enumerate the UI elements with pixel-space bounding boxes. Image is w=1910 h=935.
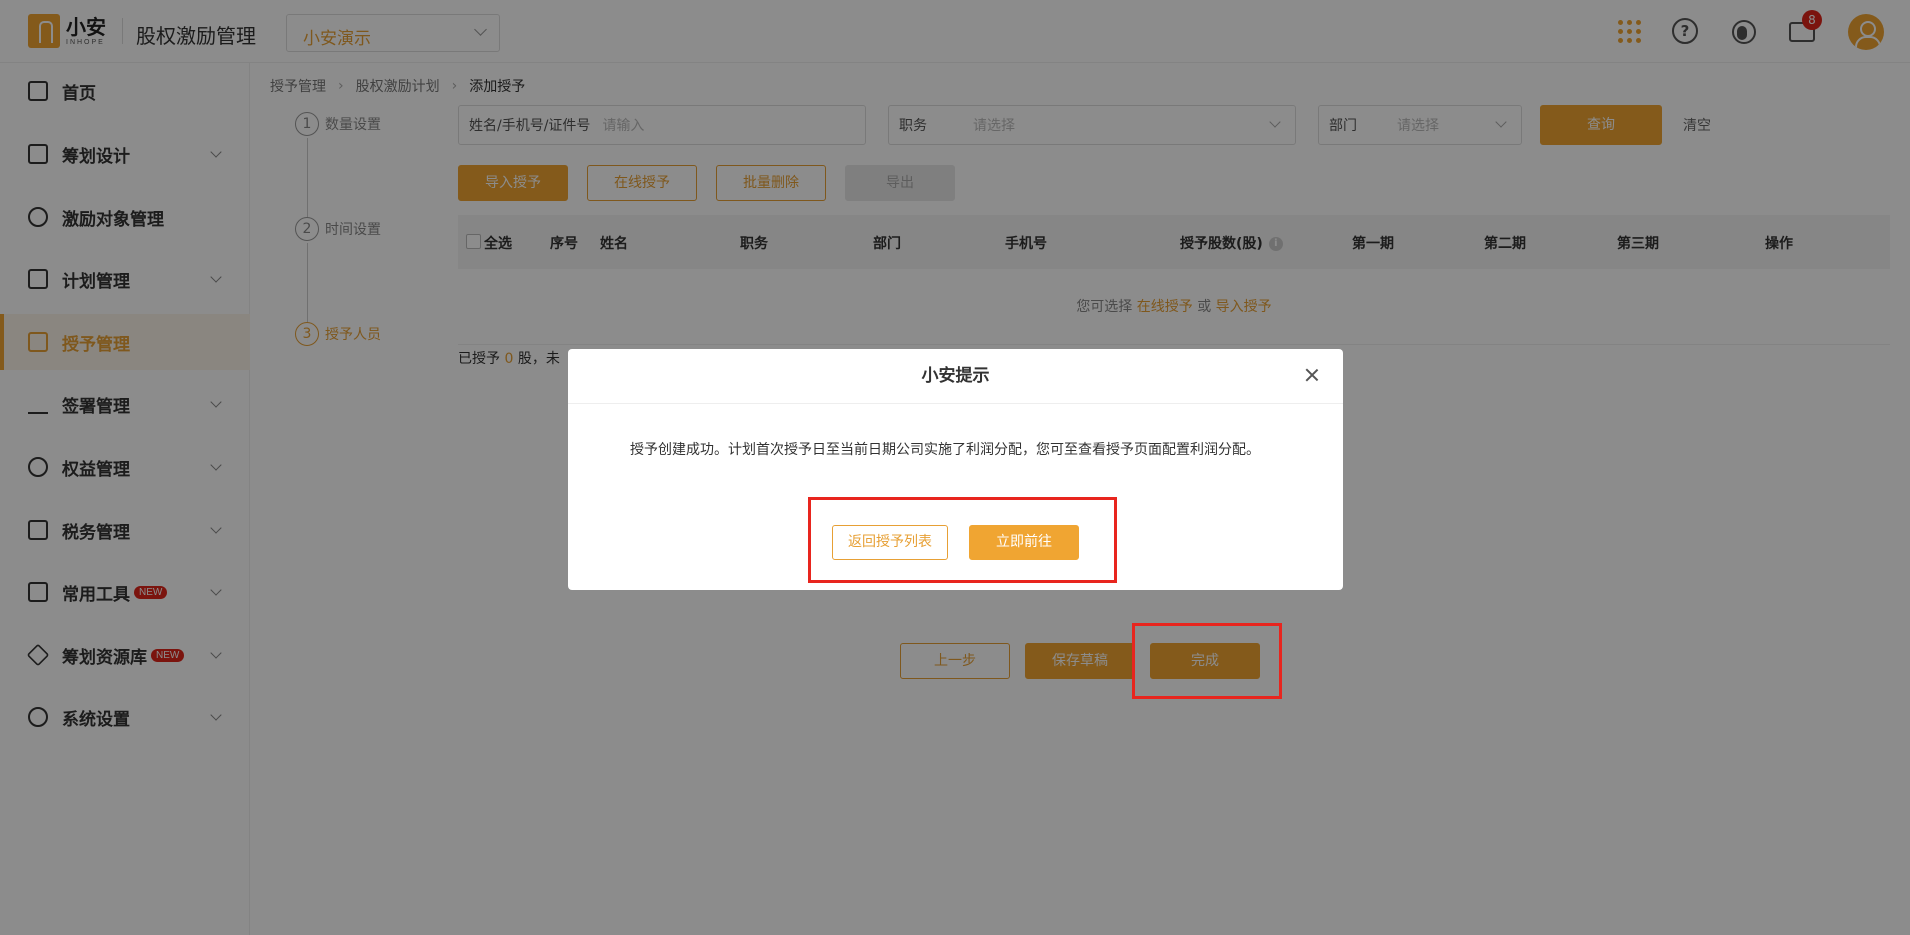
close-icon[interactable] xyxy=(1299,363,1325,389)
highlight-box-modal-buttons xyxy=(808,497,1117,583)
modal-title: 小安提示 xyxy=(921,366,990,386)
highlight-box-finish xyxy=(1132,623,1282,699)
modal-header: 小安提示 xyxy=(568,349,1343,404)
modal-message: 授予创建成功。计划首次授予日至当前日期公司实施了利润分配，您可至查看授予页面配置… xyxy=(630,442,1260,458)
